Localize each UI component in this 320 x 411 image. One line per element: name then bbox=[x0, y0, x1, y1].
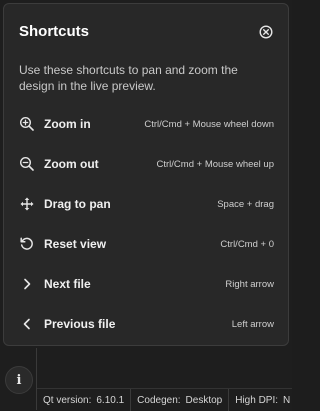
zoom-out-icon bbox=[18, 155, 36, 173]
shortcut-keys: Left arrow bbox=[231, 318, 274, 330]
status-high-dpi-value: N bbox=[283, 394, 291, 406]
shortcut-zoom-out: Zoom out Ctrl/Cmd + Mouse wheel up bbox=[18, 154, 274, 174]
shortcut-keys: Ctrl/Cmd + Mouse wheel up bbox=[156, 158, 274, 170]
status-codegen-label: Codegen: bbox=[137, 394, 181, 406]
shortcut-keys: Ctrl/Cmd + Mouse wheel down bbox=[144, 118, 274, 130]
shortcut-previous-file: Previous file Left arrow bbox=[18, 314, 274, 334]
shortcut-keys: Ctrl/Cmd + 0 bbox=[220, 238, 274, 250]
close-button[interactable] bbox=[257, 23, 275, 41]
shortcut-keys: Right arrow bbox=[225, 278, 274, 290]
zoom-in-icon bbox=[18, 115, 36, 133]
move-arrows-icon bbox=[18, 195, 36, 213]
shortcut-label: Reset view bbox=[44, 237, 107, 251]
shortcut-label: Next file bbox=[44, 277, 91, 291]
reset-view-icon bbox=[18, 235, 36, 253]
status-high-dpi-label: High DPI: bbox=[235, 394, 279, 406]
shortcut-drag-to-pan: Drag to pan Space + drag bbox=[18, 194, 274, 214]
status-high-dpi[interactable]: High DPI: N bbox=[229, 389, 296, 411]
shortcut-label: Drag to pan bbox=[44, 197, 111, 211]
status-codegen[interactable]: Codegen: Desktop bbox=[131, 389, 230, 411]
status-codegen-value: Desktop bbox=[185, 394, 223, 406]
shortcut-label: Zoom in bbox=[44, 117, 91, 131]
status-qt-version-value: 6.10.1 bbox=[96, 394, 125, 406]
close-circle-icon bbox=[259, 25, 273, 39]
chevron-right-icon bbox=[18, 275, 36, 293]
shortcut-label: Previous file bbox=[44, 317, 116, 331]
panel-description: Use these shortcuts to pan and zoom the … bbox=[19, 63, 238, 93]
shortcuts-panel: Shortcuts Use these shortcuts to pan and… bbox=[3, 3, 289, 346]
status-qt-version-label: Qt version: bbox=[43, 394, 92, 406]
shortcut-next-file: Next file Right arrow bbox=[18, 274, 274, 294]
shortcut-label: Zoom out bbox=[44, 157, 99, 171]
shortcut-keys: Space + drag bbox=[217, 198, 274, 210]
shortcut-zoom-in: Zoom in Ctrl/Cmd + Mouse wheel down bbox=[18, 114, 274, 134]
status-bar: Qt version: 6.10.1 Codegen: Desktop High… bbox=[37, 388, 292, 411]
panel-title: Shortcuts bbox=[19, 23, 90, 40]
shortcut-reset-view: Reset view Ctrl/Cmd + 0 bbox=[18, 234, 274, 254]
chevron-left-icon bbox=[18, 315, 36, 333]
info-button[interactable]: i bbox=[5, 366, 33, 394]
status-qt-version: Qt version: 6.10.1 bbox=[37, 389, 132, 411]
info-icon: i bbox=[16, 372, 22, 388]
